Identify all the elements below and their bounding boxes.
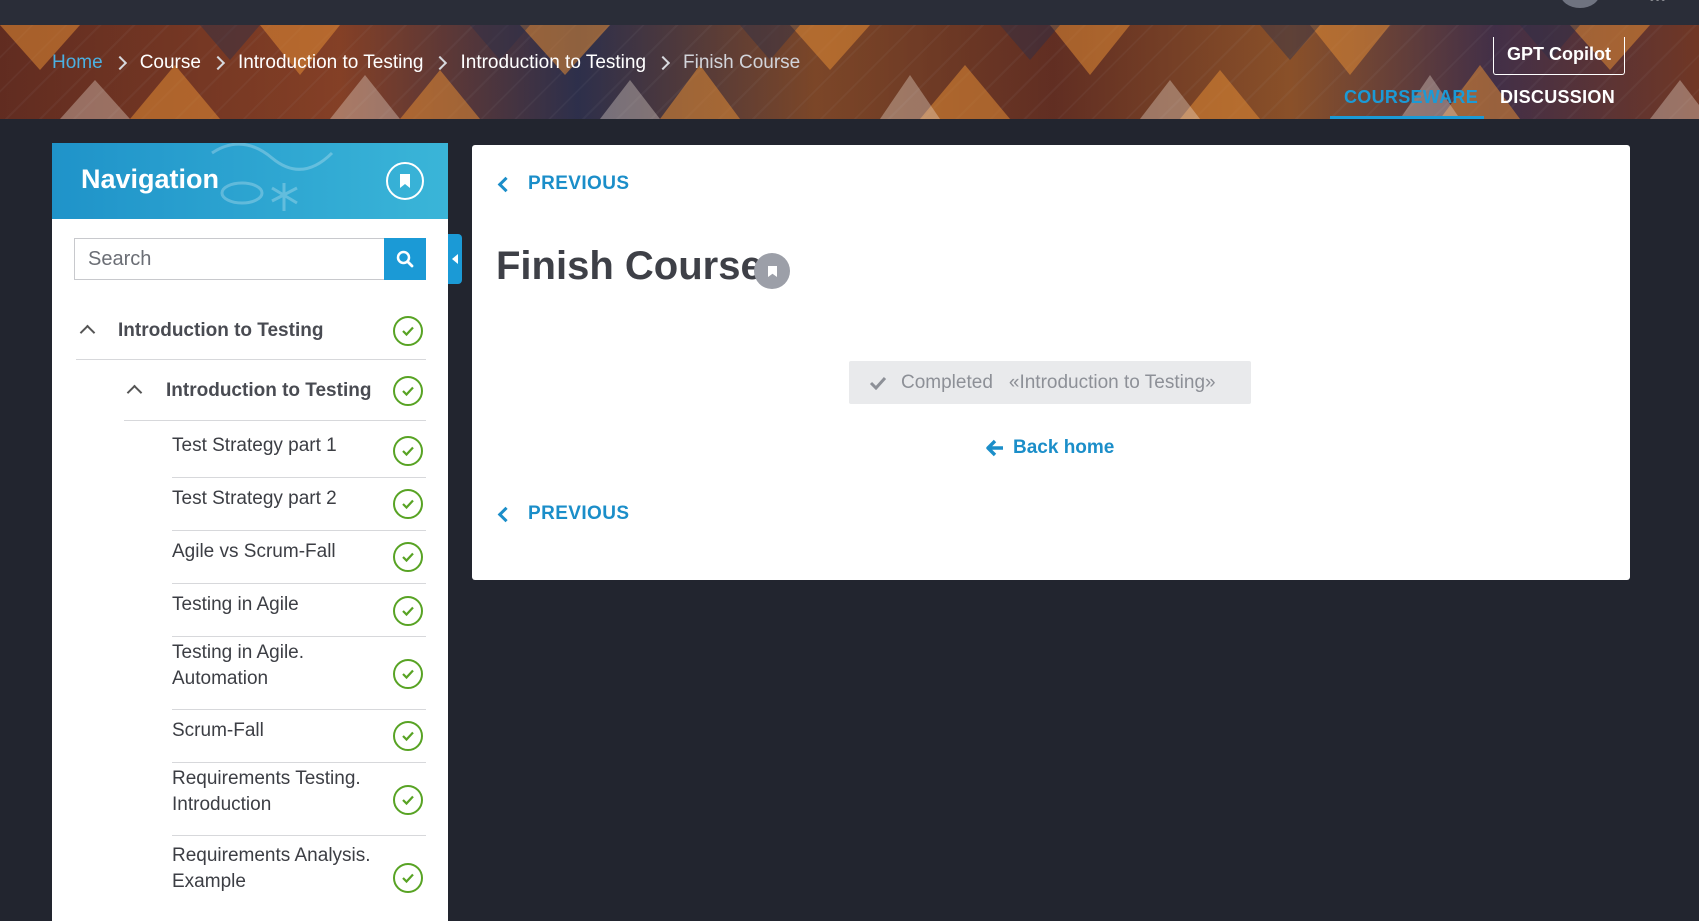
search-button[interactable] <box>384 238 426 280</box>
divider <box>172 583 426 584</box>
nav-section-row[interactable]: Introduction to Testing <box>76 311 424 351</box>
back-home-link[interactable]: Back home <box>986 437 1114 459</box>
nav-unit-label: Testing in Agile <box>172 594 299 615</box>
previous-link-bottom[interactable]: PREVIOUS <box>496 503 629 525</box>
divider <box>172 477 426 478</box>
previous-label: PREVIOUS <box>528 173 630 194</box>
navigation-sidebar: Navigation Introduction to Testing Intro… <box>52 143 448 921</box>
divider <box>124 420 426 421</box>
avatar[interactable] <box>1560 0 1600 8</box>
divider <box>172 762 426 763</box>
check-circle-icon <box>393 376 423 406</box>
bookmark-icon <box>400 174 410 188</box>
chevron-up-icon <box>79 324 96 341</box>
tab-discussion[interactable]: DISCUSSION <box>1486 84 1626 119</box>
completed-status-badge: Completed «Introduction to Testing» <box>849 361 1251 404</box>
page-title: Finish Course <box>496 244 763 288</box>
breadcrumb-subsection-link[interactable]: Introduction to Testing <box>460 52 646 74</box>
search-bar <box>74 238 426 280</box>
check-circle-icon <box>393 785 423 815</box>
completed-course-name: «Introduction to Testing» <box>1008 371 1216 393</box>
nav-unit-label: Requirements Testing. Introduction <box>172 768 361 815</box>
previous-label: PREVIOUS <box>528 503 630 524</box>
bookmark-page-button[interactable] <box>754 253 790 289</box>
chevron-up-icon <box>126 384 143 401</box>
nav-unit-item[interactable]: Test Strategy part 1 <box>172 433 392 459</box>
check-circle-icon <box>393 316 423 346</box>
check-circle-icon <box>393 489 423 519</box>
nav-section-label: Introduction to Testing <box>118 320 324 341</box>
check-circle-icon <box>393 721 423 751</box>
check-circle-icon <box>393 542 423 572</box>
breadcrumb: Home Course Introduction to Testing Intr… <box>52 51 800 75</box>
top-app-bar: ••• <box>0 0 1699 25</box>
nav-unit-label: Test Strategy part 2 <box>172 488 337 509</box>
search-icon <box>396 250 414 268</box>
breadcrumb-current: Finish Course <box>683 52 801 73</box>
nav-subsection-row[interactable]: Introduction to Testing <box>124 371 424 411</box>
check-circle-icon <box>393 659 423 689</box>
chevron-right-icon <box>433 55 448 71</box>
bookmark-icon <box>767 265 777 277</box>
nav-unit-label: Requirements Analysis. Example <box>172 845 371 892</box>
check-circle-icon <box>393 863 423 893</box>
nav-unit-item[interactable]: Requirements Analysis. Example <box>172 843 382 895</box>
nav-unit-label: Scrum-Fall <box>172 720 264 741</box>
more-menu-icon[interactable]: ••• <box>1648 0 1678 9</box>
divider <box>172 835 426 836</box>
chevron-left-icon <box>497 176 514 192</box>
nav-unit-label: Testing in Agile. Automation <box>172 642 305 689</box>
breadcrumb-home-link[interactable]: Home <box>52 52 103 74</box>
chevron-right-icon <box>655 55 671 71</box>
course-tabs: COURSEWARE DISCUSSION <box>1330 84 1626 119</box>
nav-unit-item[interactable]: Test Strategy part 2 <box>172 486 392 512</box>
nav-unit-item[interactable]: Scrum-Fall <box>172 718 392 744</box>
sidebar-collapse-button[interactable] <box>448 234 462 284</box>
divider <box>76 359 426 360</box>
breadcrumb-course-link[interactable]: Course <box>140 52 201 74</box>
nav-unit-item[interactable]: Testing in Agile. Automation <box>172 640 372 692</box>
check-circle-icon <box>393 596 423 626</box>
nav-unit-item[interactable]: Testing in Agile <box>172 592 392 618</box>
navigation-header: Navigation <box>52 143 448 219</box>
nav-subsection-label: Introduction to Testing <box>166 380 372 401</box>
header-doodle-icon <box>211 143 334 211</box>
main-content-card: PREVIOUS Finish Course Completed «Introd… <box>472 145 1630 580</box>
divider <box>172 530 426 531</box>
nav-unit-item[interactable]: Agile vs Scrum-Fall <box>172 539 392 565</box>
caret-left-icon <box>452 254 458 264</box>
chevron-right-icon <box>112 55 127 71</box>
search-input[interactable] <box>74 238 384 280</box>
nav-unit-label: Agile vs Scrum-Fall <box>172 541 336 562</box>
gpt-copilot-button[interactable]: GPT Copilot <box>1493 37 1625 75</box>
bookmarks-button[interactable] <box>386 162 424 200</box>
chevron-left-icon <box>497 506 514 522</box>
back-home-label: Back home <box>1013 437 1115 458</box>
tab-courseware[interactable]: COURSEWARE <box>1330 84 1484 119</box>
divider <box>172 709 426 710</box>
divider <box>172 636 426 637</box>
navigation-title: Navigation <box>81 164 220 194</box>
arrow-left-icon <box>986 439 1003 457</box>
check-circle-icon <box>393 436 423 466</box>
nav-unit-item[interactable]: Requirements Testing. Introduction <box>172 766 372 818</box>
chevron-right-icon <box>210 55 226 71</box>
checkmark-icon <box>869 376 887 390</box>
nav-unit-label: Test Strategy part 1 <box>172 435 337 456</box>
completed-label: Completed <box>901 371 993 393</box>
previous-link-top[interactable]: PREVIOUS <box>496 173 629 195</box>
breadcrumb-section-link[interactable]: Introduction to Testing <box>238 52 424 74</box>
